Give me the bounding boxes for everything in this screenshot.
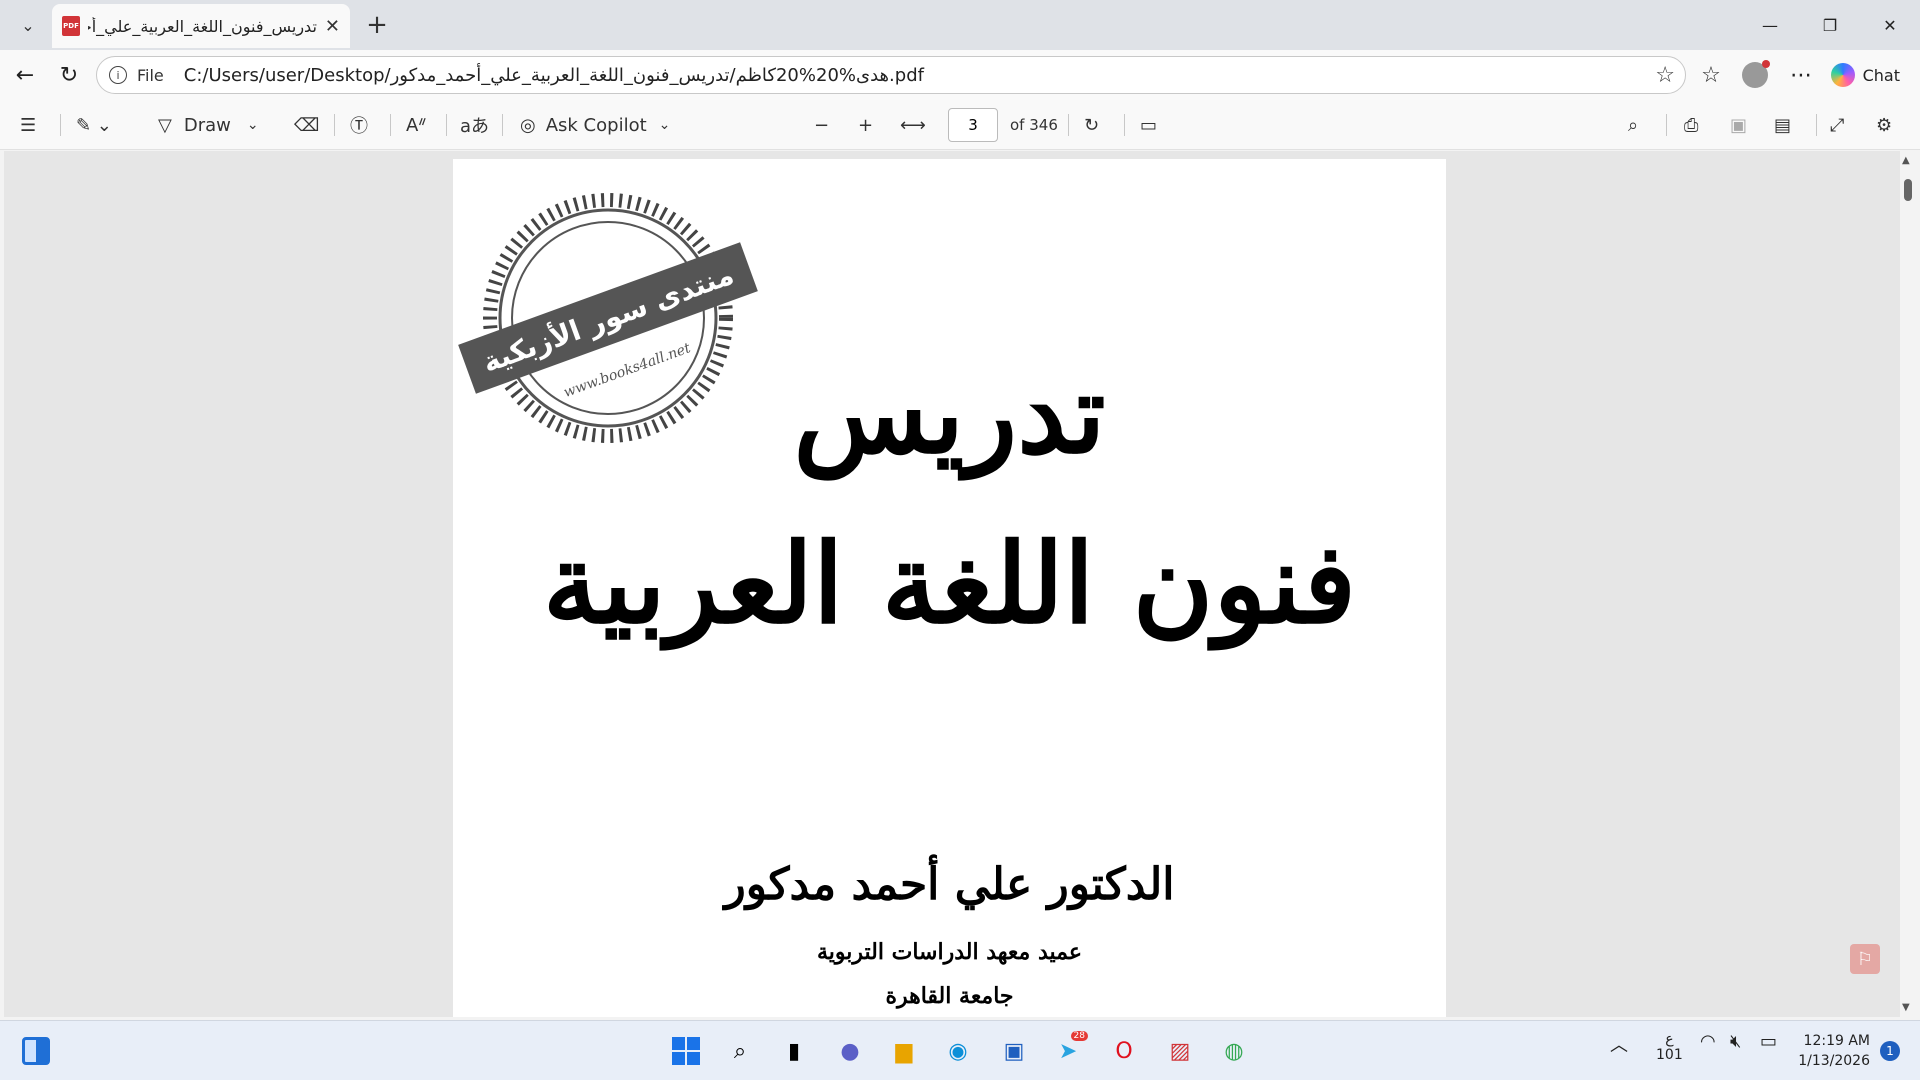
date: 1/13/2026 (1798, 1053, 1870, 1069)
copilot-outline-icon: ◎ (520, 114, 536, 136)
pdf-app-icon[interactable]: ▨ (1162, 1033, 1198, 1069)
acrobat-icon[interactable]: ⚐ (1850, 944, 1880, 974)
page-number-input[interactable]: 3 (948, 108, 998, 142)
page-total: of 346 (1010, 116, 1058, 134)
telegram-badge: 28 (1070, 1031, 1088, 1041)
file-label: File (137, 65, 164, 85)
rotate-icon[interactable]: ↻ (1084, 110, 1099, 140)
opera-icon[interactable]: O (1106, 1033, 1142, 1069)
clock[interactable]: 12:19 AM 1/13/2026 (1798, 1031, 1870, 1071)
text-box-icon[interactable]: Ⓣ (350, 110, 368, 140)
url-text[interactable]: C:/Users/user/Desktop/هدى%20%20كاظم/تدري… (184, 65, 924, 86)
chevron-down-icon: ⌄ (21, 15, 35, 35)
edge-icon[interactable]: ◉ (940, 1033, 976, 1069)
scrollbar-thumb[interactable] (1904, 179, 1912, 201)
author-affiliation: عميد معهد الدراسات التربوية (816, 939, 1083, 965)
chat-label: Chat (1862, 65, 1900, 85)
title-bar: ⌄ PDF تدريس_فنون_اللغة_العربية_علي_أحمد_… (0, 0, 1920, 50)
tab-list-button[interactable]: ⌄ (8, 8, 48, 42)
lang-char: ع (1665, 1031, 1674, 1047)
tab-title: تدريس_فنون_اللغة_العربية_علي_أحمد_مدكور (88, 16, 317, 36)
ask-copilot-label: Ask Copilot (545, 114, 647, 136)
close-window-button[interactable]: ✕ (1860, 0, 1920, 50)
battery-icon[interactable]: ▭ (1760, 1031, 1777, 1052)
taskbar: ⌕ ▮ ● ▆ ◉ ▣ ➤ 28 O ▨ ◍ ︿ ع 101 ◠ 🔇︎ ▭ 12:… (0, 1020, 1920, 1080)
time: 12:19 AM (1803, 1033, 1870, 1049)
title-line-2: فنون اللغة العربية (542, 519, 1357, 648)
profile-avatar-icon[interactable] (1738, 58, 1772, 92)
zoom-out-icon[interactable]: − (814, 110, 829, 140)
vertical-scrollbar[interactable]: ▲ ▼ (1900, 151, 1916, 1017)
file-explorer-icon[interactable]: ▆ (886, 1033, 922, 1069)
fit-width-icon[interactable]: ⟷ (900, 110, 926, 140)
chrome-icon[interactable]: ◍ (1216, 1033, 1252, 1069)
new-tab-button[interactable]: + (360, 10, 394, 40)
copilot-icon (1830, 63, 1855, 87)
zoom-in-icon[interactable]: + (858, 110, 873, 140)
eraser-icon[interactable]: ⌫ (294, 110, 319, 140)
page-view-icon[interactable]: ▭ (1140, 110, 1157, 140)
task-view-icon[interactable]: ▮ (776, 1033, 812, 1069)
lang-sub: 101 (1656, 1047, 1683, 1063)
pdf-icon: PDF (62, 16, 80, 36)
draw-label: Draw (183, 114, 231, 136)
copilot-chat-button[interactable]: Chat (1821, 57, 1910, 93)
show-hidden-icons[interactable]: ︿ (1610, 1031, 1628, 1057)
search-taskbar-icon[interactable]: ⌕ (722, 1033, 758, 1069)
widgets-icon[interactable] (18, 1033, 54, 1069)
info-icon[interactable]: i (109, 66, 127, 84)
highlight-icon[interactable]: ✎ ⌄ (76, 110, 112, 140)
minimize-button[interactable]: — (1740, 0, 1800, 50)
draw-button[interactable]: ▽ Draw ⌄ (158, 110, 259, 140)
search-icon[interactable]: ⌕ (1628, 110, 1638, 140)
store-icon[interactable]: ▣ (996, 1033, 1032, 1069)
notification-badge[interactable]: 1 (1880, 1041, 1900, 1061)
chevron-down-icon: ⌄ (658, 117, 671, 133)
author-name: الدكتور علي أحمد مدكور (724, 859, 1175, 910)
author-university: جامعة القاهرة (885, 983, 1014, 1009)
read-aloud-icon[interactable]: Aᐥ (406, 110, 427, 140)
scroll-down-icon[interactable]: ▼ (1902, 1002, 1910, 1013)
telegram-icon[interactable]: ➤ 28 (1050, 1031, 1088, 1069)
volume-muted-icon[interactable]: 🔇︎ (1730, 1031, 1741, 1052)
pdf-viewer[interactable]: منتدى سور الأزبكية www.books4all.net تدر… (4, 151, 1904, 1017)
contents-icon[interactable]: ☰ (20, 110, 36, 140)
save-icon[interactable]: ▣ (1730, 110, 1747, 140)
title-line-1: تدريس (793, 349, 1106, 478)
close-tab-icon[interactable]: ✕ (325, 16, 340, 37)
fullscreen-icon[interactable]: ⤢ (1830, 110, 1844, 140)
save-as-icon[interactable]: ▤ (1774, 110, 1791, 140)
pdf-toolbar: ☰ ✎ ⌄ ▽ Draw ⌄ ⌫ Ⓣ Aᐥ aあ ◎ Ask Copilot ⌄… (0, 100, 1920, 150)
restore-button[interactable]: ❐ (1800, 0, 1860, 50)
favorites-icon[interactable]: ☆ (1694, 58, 1728, 92)
more-options-icon[interactable]: ⋯ (1784, 58, 1818, 92)
teams-icon[interactable]: ● (832, 1033, 868, 1069)
favorite-star-icon[interactable]: ☆ (1655, 63, 1675, 88)
browser-tab[interactable]: PDF تدريس_فنون_اللغة_العربية_علي_أحمد_مد… (52, 4, 350, 48)
start-icon[interactable] (668, 1033, 704, 1069)
back-button[interactable]: ← (8, 58, 42, 92)
pdf-page: منتدى سور الأزبكية www.books4all.net تدر… (453, 159, 1446, 1017)
language-indicator[interactable]: ع 101 (1656, 1031, 1683, 1063)
print-icon[interactable]: ⎙ (1684, 110, 1698, 140)
scroll-up-icon[interactable]: ▲ (1902, 155, 1910, 166)
wifi-icon[interactable]: ◠ (1700, 1031, 1716, 1052)
address-bar[interactable]: i File C:/Users/user/Desktop/هدى%20%20كا… (96, 56, 1686, 94)
ask-copilot-button[interactable]: ◎ Ask Copilot ⌄ (520, 110, 670, 140)
refresh-button[interactable]: ↻ (52, 58, 86, 92)
draw-icon: ▽ (158, 114, 172, 136)
address-bar-row: ← ↻ i File C:/Users/user/Desktop/هدى%20%… (0, 50, 1920, 100)
chevron-down-icon[interactable]: ⌄ (247, 117, 259, 133)
translate-icon[interactable]: aあ (460, 110, 489, 140)
settings-gear-icon[interactable]: ⚙ (1876, 110, 1892, 140)
